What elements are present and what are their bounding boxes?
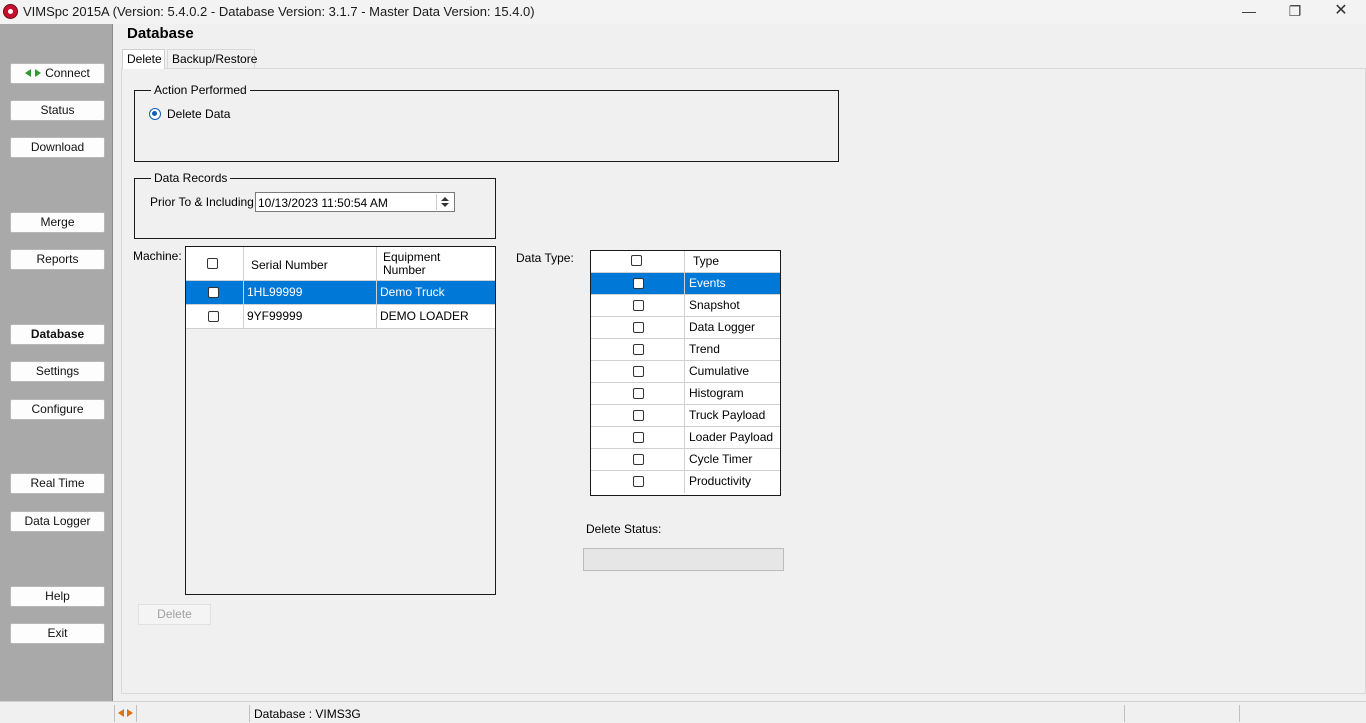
data-type-header: Type — [591, 251, 780, 273]
close-button[interactable]: ✕ — [1318, 0, 1364, 24]
row-checkbox[interactable] — [633, 366, 644, 377]
connect-label: Connect — [45, 66, 90, 80]
spin-up-icon[interactable] — [441, 197, 449, 201]
status-button[interactable]: Status — [10, 100, 105, 121]
machine-label: Machine: — [133, 249, 182, 263]
row-checkbox[interactable] — [208, 287, 219, 298]
serial-cell: 1HL99999 — [244, 281, 377, 304]
action-performed-legend: Action Performed — [151, 83, 250, 97]
data-logger-button[interactable]: Data Logger — [10, 511, 105, 532]
list-item[interactable]: Truck Payload — [591, 405, 780, 427]
equipment-cell: Demo Truck — [380, 285, 445, 299]
row-checkbox[interactable] — [633, 300, 644, 311]
app-logo-icon — [3, 4, 18, 19]
type-header[interactable]: Type — [685, 251, 780, 272]
help-button[interactable]: Help — [10, 586, 105, 607]
data-type-label: Data Type: — [516, 251, 574, 265]
configure-button[interactable]: Configure — [10, 399, 105, 420]
delete-data-radio[interactable] — [149, 108, 161, 120]
status-bar: Database : VIMS3G — [0, 701, 1366, 723]
list-item[interactable]: Data Logger — [591, 317, 780, 339]
type-cell: Cycle Timer — [689, 452, 753, 466]
row-checkbox[interactable] — [633, 410, 644, 421]
list-item[interactable]: Histogram — [591, 383, 780, 405]
row-checkbox[interactable] — [633, 278, 644, 289]
type-cell: Events — [689, 276, 726, 290]
action-performed-group: Action Performed Delete Data — [134, 83, 839, 162]
download-button[interactable]: Download — [10, 137, 105, 158]
connect-arrows-icon — [25, 68, 42, 78]
title-bar: VIMSpc 2015A (Version: 5.4.0.2 - Databas… — [0, 0, 1366, 24]
real-time-button[interactable]: Real Time — [10, 473, 105, 494]
row-checkbox[interactable] — [633, 454, 644, 465]
connection-status-icon — [118, 707, 134, 719]
list-item[interactable]: Snapshot — [591, 295, 780, 317]
reports-button[interactable]: Reports — [10, 249, 105, 270]
equipment-number-header[interactable]: Equipment Number — [383, 251, 453, 277]
window-title: VIMSpc 2015A (Version: 5.4.0.2 - Databas… — [23, 4, 535, 19]
page-title: Database — [127, 25, 194, 42]
list-item[interactable]: Cumulative — [591, 361, 780, 383]
merge-button[interactable]: Merge — [10, 212, 105, 233]
database-status-text: Database : VIMS3G — [254, 707, 361, 721]
tab-backup-restore[interactable]: Backup/Restore — [167, 49, 257, 68]
type-cell: Loader Payload — [689, 430, 774, 444]
table-row[interactable]: 9YF99999 DEMO LOADER — [186, 305, 495, 329]
list-item[interactable]: Cycle Timer — [591, 449, 780, 471]
delete-status-label: Delete Status: — [586, 522, 662, 536]
type-cell: Snapshot — [689, 298, 740, 312]
type-cell: Data Logger — [689, 320, 756, 334]
date-value: 10/13/2023 11:50:54 AM — [258, 196, 388, 210]
row-checkbox[interactable] — [208, 311, 219, 322]
date-time-picker[interactable]: 10/13/2023 11:50:54 AM — [255, 192, 455, 212]
database-button[interactable]: Database — [10, 324, 105, 345]
type-cell: Histogram — [689, 386, 744, 400]
type-cell: Trend — [689, 342, 720, 356]
spin-down-icon[interactable] — [441, 203, 449, 207]
row-checkbox[interactable] — [633, 476, 644, 487]
delete-data-label[interactable]: Delete Data — [167, 107, 230, 121]
machine-grid-header: Serial Number Equipment Number — [186, 247, 495, 281]
table-row[interactable]: 1HL99999 Demo Truck — [186, 281, 495, 305]
delete-button[interactable]: Delete — [138, 604, 211, 625]
select-all-machines-checkbox[interactable] — [207, 258, 218, 269]
type-cell: Productivity — [689, 474, 752, 488]
list-item[interactable]: Loader Payload — [591, 427, 780, 449]
data-records-legend: Data Records — [151, 171, 231, 185]
list-item[interactable]: Events — [591, 273, 780, 295]
row-checkbox[interactable] — [633, 322, 644, 333]
machine-grid[interactable]: Serial Number Equipment Number 1HL99999 … — [185, 246, 496, 595]
exit-button[interactable]: Exit — [10, 623, 105, 644]
data-records-group: Data Records Prior To & Including: 10/13… — [134, 171, 496, 239]
type-cell: Truck Payload — [689, 408, 766, 422]
select-all-types-checkbox[interactable] — [631, 255, 642, 266]
row-checkbox[interactable] — [633, 344, 644, 355]
maximize-button[interactable]: ❐ — [1272, 0, 1318, 24]
minimize-button[interactable]: — — [1226, 0, 1272, 24]
prior-to-label: Prior To & Including: — [150, 195, 258, 209]
settings-button[interactable]: Settings — [10, 361, 105, 382]
type-cell: Cumulative — [689, 364, 750, 378]
list-item[interactable]: Trend — [591, 339, 780, 361]
row-checkbox[interactable] — [633, 388, 644, 399]
tab-delete[interactable]: Delete — [122, 49, 165, 69]
list-item[interactable]: Productivity — [591, 471, 780, 493]
data-type-grid[interactable]: Type Events Snapshot Data Logger Trend C… — [590, 250, 781, 496]
connect-button[interactable]: Connect — [10, 63, 105, 84]
serial-number-header[interactable]: Serial Number — [251, 258, 328, 272]
sidebar: Connect Status Download Merge Reports Da… — [0, 24, 113, 701]
serial-cell: 9YF99999 — [244, 305, 377, 328]
row-checkbox[interactable] — [633, 432, 644, 443]
date-spinner[interactable] — [436, 194, 453, 210]
delete-status-progress — [583, 548, 784, 571]
equipment-cell: DEMO LOADER — [380, 309, 469, 323]
